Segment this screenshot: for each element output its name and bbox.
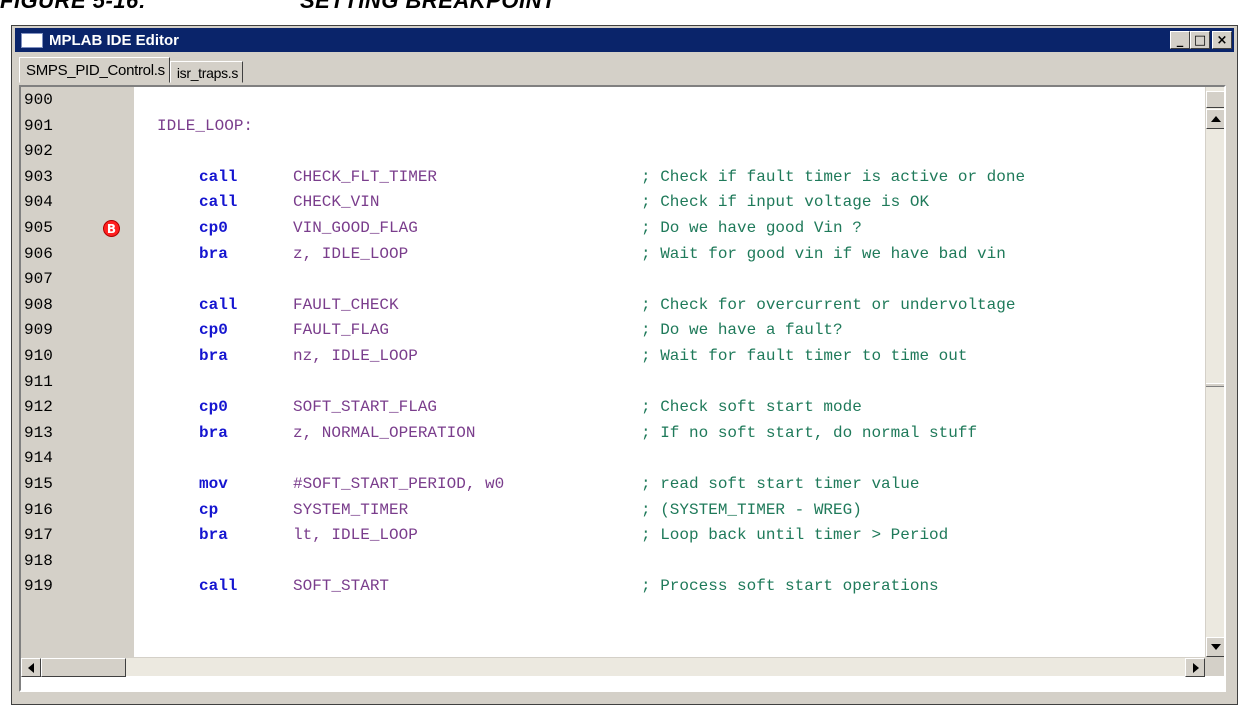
arrow-up-icon — [1211, 116, 1221, 122]
code-instruction: call — [199, 577, 238, 595]
line-number: 914 — [24, 449, 53, 467]
code-comment: ; read soft start timer value — [641, 475, 920, 493]
code-instruction: call — [199, 193, 238, 211]
code-comment: ; Check soft start mode — [641, 398, 862, 416]
code-comment: ; If no soft start, do normal stuff — [641, 424, 978, 442]
figure-title: SETTING BREAKPOINT — [300, 0, 556, 13]
vertical-scrollbar[interactable] — [1205, 87, 1224, 657]
code-operand: CHECK_FLT_TIMER — [293, 168, 438, 186]
line-number: 904 — [24, 193, 53, 211]
code-comment: ; Check if input voltage is OK — [641, 193, 930, 211]
code-operand: SOFT_START_FLAG — [293, 398, 438, 416]
editor-window: MPLAB IDE Editor _ □ × SMPS_PID_Control.… — [11, 25, 1238, 705]
code-instruction: call — [199, 168, 238, 186]
line-number: 908 — [24, 296, 53, 314]
scrollbar-corner — [1205, 657, 1224, 676]
arrow-left-icon — [28, 663, 34, 673]
code-comment: ; Wait for fault timer to time out — [641, 347, 968, 365]
code-instruction: cp0 — [199, 321, 228, 339]
window-controls: _ □ × — [1170, 31, 1232, 49]
breakpoint-icon[interactable]: B — [103, 220, 120, 237]
window-title: MPLAB IDE Editor — [49, 31, 179, 49]
code-comment: ; Wait for good vin if we have bad vin — [641, 245, 1006, 263]
code-comment: ; Check for overcurrent or undervoltage — [641, 296, 1016, 314]
code-area[interactable]: IDLE_LOOP:call CHECK_FLT_TIMER ; Check if … — [134, 87, 1205, 657]
arrow-right-icon — [1193, 663, 1199, 673]
minimize-icon: _ — [1176, 32, 1184, 48]
app-icon — [21, 32, 43, 48]
code-instruction: bra — [199, 245, 228, 263]
scroll-left-button[interactable] — [21, 658, 41, 677]
vertical-scroll-thumb[interactable] — [1206, 91, 1224, 108]
code-comment: ; Do we have good Vin ? — [641, 219, 862, 237]
file-tabs: SMPS_PID_Control.s isr_traps.s — [19, 57, 244, 83]
line-number: 909 — [24, 321, 53, 339]
close-button[interactable]: × — [1212, 31, 1232, 49]
maximize-button[interactable]: □ — [1190, 31, 1210, 49]
line-number: 916 — [24, 501, 53, 519]
scroll-up-button[interactable] — [1206, 109, 1224, 129]
vertical-scroll-marker — [1206, 383, 1224, 387]
code-operand: FAULT_CHECK — [293, 296, 399, 314]
line-number: 901 — [24, 117, 53, 135]
code-comment: ; Do we have a fault? — [641, 321, 843, 339]
minimize-button[interactable]: _ — [1170, 31, 1190, 49]
line-number: 919 — [24, 577, 53, 595]
code-instruction: cp0 — [199, 219, 228, 237]
figure-caption: FIGURE 5-16: SETTING BREAKPOINT — [0, 0, 556, 16]
horizontal-scrollbar[interactable] — [21, 657, 1205, 677]
code-instruction: cp — [199, 501, 219, 519]
tab-isr-traps[interactable]: isr_traps.s — [169, 61, 244, 83]
code-label: IDLE_LOOP: — [157, 117, 254, 135]
line-number: 917 — [24, 526, 53, 544]
line-number: 902 — [24, 142, 53, 160]
tab-smps-pid-control[interactable]: SMPS_PID_Control.s — [19, 57, 170, 83]
code-operand: nz, IDLE_LOOP — [293, 347, 418, 365]
code-operand: CHECK_VIN — [293, 193, 380, 211]
code-operand: FAULT_FLAG — [293, 321, 390, 339]
code-operand: lt, IDLE_LOOP — [293, 526, 418, 544]
code-instruction: call — [199, 296, 238, 314]
line-number: 900 — [24, 91, 53, 109]
scroll-right-button[interactable] — [1185, 658, 1205, 677]
code-comment: ; Process soft start operations — [641, 577, 939, 595]
code-instruction: bra — [199, 424, 228, 442]
line-number: 907 — [24, 270, 53, 288]
line-number-gutter[interactable]: 900 901 902 903 904 905 B 906 907 908 909 910 911 912… — [21, 87, 134, 657]
code-comment: ; Check if fault timer is active or done — [641, 168, 1026, 186]
code-operand: SOFT_START — [293, 577, 390, 595]
line-number: 905 — [24, 219, 53, 237]
horizontal-scroll-thumb[interactable] — [41, 658, 126, 677]
line-number: 913 — [24, 424, 53, 442]
scroll-down-button[interactable] — [1206, 637, 1224, 657]
code-comment: ; Loop back until timer > Period — [641, 526, 949, 544]
line-number: 903 — [24, 168, 53, 186]
line-number: 910 — [24, 347, 53, 365]
close-icon: × — [1216, 32, 1228, 48]
title-bar[interactable]: MPLAB IDE Editor _ □ × — [15, 28, 1234, 52]
code-instruction: bra — [199, 526, 228, 544]
code-operand: #SOFT_START_PERIOD, w0 — [293, 475, 505, 493]
code-operand: z, NORMAL_OPERATION — [293, 424, 476, 442]
code-instruction: cp0 — [199, 398, 228, 416]
code-operand: z, IDLE_LOOP — [293, 245, 409, 263]
line-number: 918 — [24, 552, 53, 570]
code-operand: SYSTEM_TIMER — [293, 501, 409, 519]
code-editor[interactable]: 900 901 902 903 904 905 B 906 907 908 909 910 911 912… — [19, 85, 1226, 692]
code-comment: ; (SYSTEM_TIMER - WREG) — [641, 501, 862, 519]
line-number: 906 — [24, 245, 53, 263]
line-number: 912 — [24, 398, 53, 416]
code-operand: VIN_GOOD_FLAG — [293, 219, 418, 237]
maximize-icon: □ — [1193, 32, 1207, 48]
figure-number: FIGURE 5-16: — [0, 0, 147, 13]
code-instruction: bra — [199, 347, 228, 365]
line-number: 915 — [24, 475, 53, 493]
arrow-down-icon — [1211, 644, 1221, 650]
line-number: 911 — [24, 373, 53, 391]
code-instruction: mov — [199, 475, 228, 493]
